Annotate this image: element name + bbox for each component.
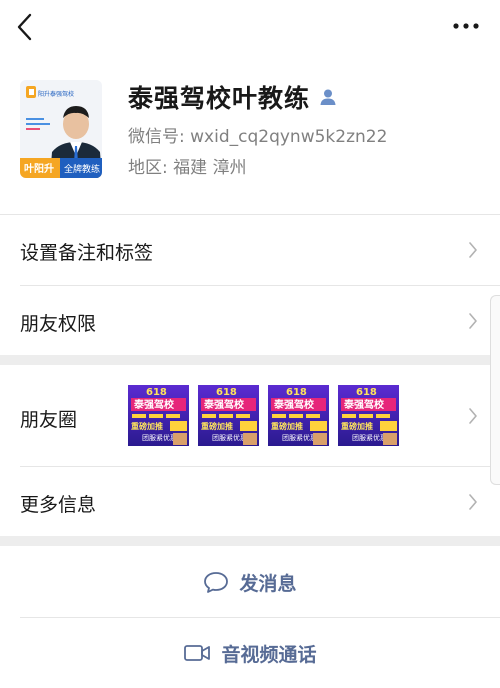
svg-text:团服紧优惠: 团服紧优惠 [212, 433, 247, 442]
avatar-tagline: 全牌教练 [64, 163, 100, 175]
chevron-right-icon [469, 313, 477, 329]
moment-thumbnail[interactable]: 618 泰强驾校 重磅加推 团服紧优惠 [128, 385, 189, 446]
chevron-left-icon [17, 13, 32, 41]
set-remarks-and-tags-item[interactable]: 设置备注和标签 [0, 215, 500, 285]
name-row: 泰强驾校叶教练 [128, 80, 338, 114]
moments-thumbnails: 618 泰强驾校 重磅加推 团服紧优惠 618 泰强驾校 重磅加推 团服紧优惠 … [128, 385, 399, 446]
svg-text:团服紧优惠: 团服紧优惠 [142, 433, 177, 442]
set-remarks-label: 设置备注和标签 [20, 242, 154, 264]
wechat-id: 微信号: wxid_cq2qynw5k2zn22 [128, 127, 388, 147]
top-bar [0, 0, 500, 58]
section-gap [0, 355, 500, 365]
chevron-right-icon [469, 242, 477, 258]
svg-text:泰强驾校: 泰强驾校 [343, 398, 385, 411]
video-call-label: 音视频通话 [221, 643, 317, 666]
moments-label: 朋友圈 [20, 409, 78, 431]
more-horizontal-icon [453, 23, 479, 29]
friend-permissions-item[interactable]: 朋友权限 [0, 286, 500, 355]
svg-text:618: 618 [286, 387, 307, 398]
contact-name: 泰强驾校叶教练 [128, 84, 311, 113]
moments-item[interactable]: 朋友圈 618 泰强驾校 重磅加推 团服紧优惠 618 泰强驾校 重磅加推 团服… [0, 365, 500, 466]
chevron-right-icon [469, 494, 477, 510]
send-message-button[interactable]: 发消息 [0, 547, 500, 617]
moment-thumbnail[interactable]: 618 泰强驾校 重磅加推 团服紧优惠 [198, 385, 259, 446]
person-icon [320, 89, 336, 105]
svg-text:618: 618 [216, 387, 237, 398]
svg-text:泰强驾校: 泰强驾校 [203, 398, 245, 411]
svg-text:团服紧优惠: 团服紧优惠 [352, 433, 387, 442]
scroll-handle[interactable] [490, 295, 500, 485]
more-info-item[interactable]: 更多信息 [0, 467, 500, 536]
video-call-button[interactable]: 音视频通话 [0, 618, 500, 688]
svg-text:团服紧优惠: 团服紧优惠 [282, 433, 317, 442]
avatar-person-name: 叶阳升 [24, 162, 54, 175]
chat-bubble-icon [204, 572, 229, 593]
avatar-brand-text: 阳升泰强驾校 [38, 90, 74, 98]
back-button[interactable] [14, 12, 40, 42]
avatar[interactable]: 阳升泰强驾校 叶阳升 全牌教练 [20, 80, 102, 178]
more-info-label: 更多信息 [20, 494, 97, 516]
svg-text:重磅加推: 重磅加推 [131, 421, 163, 431]
video-camera-icon [184, 645, 211, 661]
svg-text:618: 618 [146, 387, 167, 398]
svg-text:泰强驾校: 泰强驾校 [273, 398, 315, 411]
profile-header: 阳升泰强驾校 叶阳升 全牌教练 泰强驾校叶教练 微信号: wxid_cq2qyn… [0, 58, 500, 215]
chevron-right-icon [469, 408, 477, 424]
svg-text:泰强驾校: 泰强驾校 [133, 398, 175, 411]
friend-permissions-label: 朋友权限 [20, 313, 97, 335]
send-message-label: 发消息 [239, 572, 297, 595]
svg-text:重磅加推: 重磅加推 [201, 421, 233, 431]
moment-thumbnail[interactable]: 618 泰强驾校 重磅加推 团服紧优惠 [268, 385, 329, 446]
region: 地区: 福建 漳州 [128, 158, 247, 178]
moment-thumbnail[interactable]: 618 泰强驾校 重磅加推 团服紧优惠 [338, 385, 399, 446]
svg-text:重磅加推: 重磅加推 [341, 421, 373, 431]
more-button[interactable] [452, 16, 480, 36]
svg-text:重磅加推: 重磅加推 [271, 421, 303, 431]
section-gap [0, 536, 500, 546]
svg-text:618: 618 [356, 387, 377, 398]
